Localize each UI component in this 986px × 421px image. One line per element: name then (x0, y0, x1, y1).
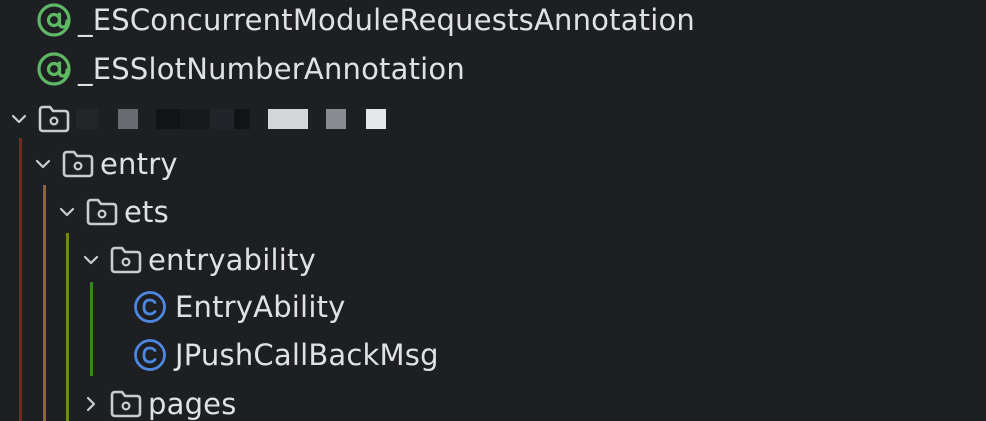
tree-item-redacted-module[interactable] (9, 97, 386, 141)
chevron-down-icon[interactable] (9, 109, 29, 129)
redaction-block (308, 109, 326, 129)
indent-guide-level-1 (19, 138, 22, 421)
redaction-block (180, 109, 210, 129)
redaction-block (118, 109, 138, 129)
class-icon (134, 291, 166, 323)
tree-item-label: ets (124, 195, 169, 229)
redaction-block (156, 109, 180, 129)
tree-item-entry-ability-class[interactable]: EntryAbility (133, 285, 346, 329)
tree-item-es-concurrent-module-requests-annotation[interactable]: _ESConcurrentModuleRequestsAnnotation (36, 0, 695, 42)
redaction-block (366, 109, 386, 129)
class-icon (134, 339, 166, 371)
tree-item-label: EntryAbility (175, 290, 346, 324)
annotation-icon (37, 3, 71, 37)
project-tree: _ESConcurrentModuleRequestsAnnotation _E… (0, 0, 986, 421)
tree-item-pages[interactable]: pages (81, 382, 237, 421)
tree-item-label: entryability (148, 243, 316, 277)
tree-item-entry[interactable]: entry (33, 142, 178, 186)
redaction-block (98, 109, 118, 129)
annotation-icon (37, 52, 71, 86)
indent-guide-level-2 (43, 185, 46, 421)
tree-item-jpush-callback-msg-class[interactable]: JPushCallBackMsg (133, 333, 439, 377)
redaction-block (76, 109, 98, 129)
folder-icon (110, 390, 142, 418)
chevron-down-icon[interactable] (81, 250, 101, 270)
folder-icon (62, 150, 94, 178)
chevron-down-icon[interactable] (33, 154, 53, 174)
folder-icon (110, 246, 142, 274)
tree-item-entryability[interactable]: entryability (81, 238, 316, 282)
redaction-block (210, 109, 234, 129)
indent-guide-level-4 (90, 282, 93, 376)
redacted-label (76, 109, 386, 129)
tree-item-label: JPushCallBackMsg (175, 338, 439, 372)
redaction-block (138, 109, 156, 129)
tree-item-label: _ESSlotNumberAnnotation (78, 52, 465, 86)
chevron-right-icon[interactable] (81, 394, 101, 414)
tree-item-es-slot-number-annotation[interactable]: _ESSlotNumberAnnotation (36, 47, 465, 91)
indent-guide-level-3 (66, 233, 69, 421)
folder-icon (86, 198, 118, 226)
chevron-down-icon[interactable] (57, 202, 77, 222)
tree-item-label: _ESConcurrentModuleRequestsAnnotation (78, 3, 696, 37)
tree-item-label: entry (100, 147, 178, 181)
tree-item-ets[interactable]: ets (57, 190, 169, 234)
redaction-block (234, 109, 250, 129)
redaction-block (326, 109, 346, 129)
redaction-block (268, 109, 308, 129)
tree-item-label: pages (148, 387, 237, 421)
redaction-block (346, 109, 366, 129)
redaction-block (250, 109, 268, 129)
folder-icon (38, 105, 70, 133)
